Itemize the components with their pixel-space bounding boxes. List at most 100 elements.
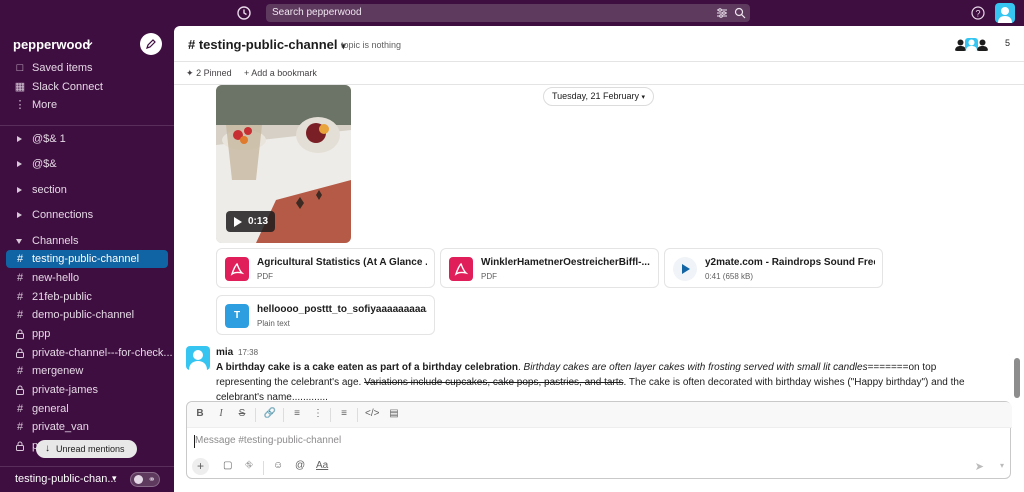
- user-avatar[interactable]: [995, 3, 1015, 23]
- bookmark-icon: □: [16, 62, 24, 74]
- emoji-icon[interactable]: ☺: [273, 460, 283, 471]
- section-connections[interactable]: Connections: [0, 206, 174, 224]
- sidebar-item-testing-public-channel[interactable]: # testing-public-channel: [6, 250, 168, 268]
- message-input[interactable]: Message #testing-public-channel: [193, 435, 341, 448]
- audio-attachment[interactable]: y2mate.com - Raindrops Sound Free... 0:4…: [664, 248, 883, 288]
- code-block-icon[interactable]: ▤: [387, 408, 401, 419]
- chevron-down-icon[interactable]: [85, 40, 93, 48]
- section-label: Connections: [32, 209, 94, 221]
- huddle-toggle[interactable]: ⚭: [130, 472, 160, 487]
- scrollbar[interactable]: [1014, 358, 1020, 398]
- lock-icon: [16, 441, 24, 451]
- bold-icon[interactable]: B: [193, 408, 207, 419]
- avatar[interactable]: [186, 346, 210, 370]
- sidebar-item-private-james[interactable]: private-james: [0, 381, 174, 399]
- section-channels[interactable]: Channels: [0, 232, 174, 250]
- sidebar-item-saved[interactable]: □ Saved items: [0, 59, 174, 77]
- video-attachment[interactable]: 0:13: [216, 85, 351, 243]
- ordered-list-icon[interactable]: ≡: [290, 408, 304, 419]
- code-icon[interactable]: </>: [365, 408, 379, 419]
- sidebar-item-new-hello[interactable]: # new-hello: [0, 269, 174, 287]
- pinned-button[interactable]: ✦ 2 Pinned: [186, 68, 232, 79]
- blockquote-icon[interactable]: ≡: [337, 408, 351, 419]
- chevron-down-icon[interactable]: ▾: [1000, 461, 1004, 470]
- strikethrough-text: Variations include cupcakes, cake pops, …: [364, 377, 624, 388]
- microphone-icon[interactable]: ⛗: [245, 460, 253, 471]
- mention-icon[interactable]: @: [295, 460, 305, 471]
- hash-icon: #: [16, 421, 24, 433]
- video-play-button[interactable]: 0:13: [226, 211, 275, 232]
- video-duration: 0:13: [248, 216, 269, 227]
- filter-icon[interactable]: [716, 7, 728, 19]
- channel-topic[interactable]: topic is nothing: [341, 40, 401, 50]
- chevron-down-icon[interactable]: ▾: [112, 473, 117, 484]
- file-name: WinklerHametnerOestreicherBiffl-...: [481, 257, 650, 268]
- video-icon[interactable]: ▢: [223, 460, 232, 471]
- search-icon[interactable]: [734, 7, 746, 19]
- sidebar: pepperwood □ Saved items ▦ Slack Connect…: [0, 26, 174, 492]
- channel-title[interactable]: # testing-public-channel ▾: [188, 37, 346, 52]
- sidebar-item-more[interactable]: ⋮ More: [0, 96, 174, 114]
- bold-text: A birthday cake is a cake eaten as part …: [216, 362, 518, 373]
- section-at-1[interactable]: @$& 1: [0, 130, 174, 148]
- file-type: PDF: [481, 272, 497, 281]
- channel-label: general: [32, 403, 69, 415]
- send-icon[interactable]: ➤: [975, 460, 984, 473]
- section-at[interactable]: @$&: [0, 155, 174, 173]
- unread-mentions-label: Unread mentions: [56, 444, 125, 454]
- history-icon[interactable]: [236, 5, 252, 21]
- caret-down-icon: [16, 239, 22, 244]
- chevron-down-icon: ▾: [641, 94, 646, 101]
- play-icon[interactable]: [673, 257, 697, 281]
- file-attachment[interactable]: WinklerHametnerOestreicherBiffl-... PDF: [440, 248, 659, 288]
- date-label: Tuesday, 21 February: [551, 91, 639, 101]
- sidebar-item-label: More: [32, 99, 58, 111]
- sidebar-item-label: Saved items: [32, 62, 93, 74]
- unread-mentions-button[interactable]: ↓ Unread mentions: [36, 440, 137, 458]
- date-divider[interactable]: Tuesday, 21 February ▾: [543, 87, 654, 106]
- link-icon[interactable]: 🔗: [263, 408, 277, 419]
- channel-title-text: # testing-public-channel: [188, 37, 338, 52]
- sidebar-item-mergenew[interactable]: # mergenew: [0, 362, 174, 380]
- sidebar-item-general[interactable]: # general: [0, 400, 174, 418]
- file-attachment[interactable]: T helloooo_posttt_to_sofiyaaaaaaaaa... P…: [216, 295, 435, 335]
- add-bookmark-button[interactable]: + Add a bookmark: [244, 68, 317, 78]
- sidebar-item-demo-public-channel[interactable]: # demo-public-channel: [0, 306, 174, 324]
- strikethrough-icon[interactable]: S: [235, 408, 249, 419]
- sidebar-item-private-channel-for-check[interactable]: private-channel---for-check...: [0, 344, 174, 362]
- channel-label: 21feb-public: [32, 291, 92, 303]
- toggle-knob: [134, 475, 143, 484]
- pinned-label: 2 Pinned: [196, 68, 232, 78]
- search-input[interactable]: Search pepperwood: [266, 4, 750, 22]
- compose-button[interactable]: [140, 33, 162, 55]
- message-composer: B I S 🔗 ≡ ⋮ ≡ </> ▤ Message #testing-pub…: [186, 401, 1012, 479]
- italic-icon[interactable]: I: [214, 408, 228, 419]
- channel-label: private-james: [32, 384, 99, 396]
- hash-icon: #: [16, 253, 24, 265]
- help-icon[interactable]: ?: [971, 6, 985, 20]
- formatting-toggle[interactable]: Aa: [316, 460, 328, 471]
- sidebar-item-private-van[interactable]: # private_van: [0, 418, 174, 436]
- search-placeholder: Search pepperwood: [272, 7, 362, 18]
- divider: [283, 408, 284, 422]
- sidebar-item-ppp[interactable]: ppp: [0, 325, 174, 343]
- file-name: Agricultural Statistics (At A Glance ...: [257, 257, 427, 268]
- attach-button[interactable]: +: [192, 458, 209, 475]
- file-attachment[interactable]: Agricultural Statistics (At A Glance ...…: [216, 248, 435, 288]
- huddle-channel[interactable]: testing-public-chan...: [15, 473, 117, 485]
- caret-right-icon: [17, 187, 22, 193]
- message-time[interactable]: 17:38: [238, 348, 258, 357]
- workspace-name[interactable]: pepperwood: [13, 37, 90, 52]
- divider: [357, 408, 358, 422]
- bulleted-list-icon[interactable]: ⋮: [311, 408, 325, 419]
- channel-label: ppp: [32, 328, 51, 340]
- message-author[interactable]: mia: [216, 347, 233, 358]
- member-avatar: [977, 39, 988, 51]
- sidebar-item-21feb-public[interactable]: # 21feb-public: [0, 288, 174, 306]
- members-button[interactable]: 5: [954, 38, 1010, 52]
- section-section[interactable]: section: [0, 181, 174, 199]
- channel-label: demo-public-channel: [32, 309, 135, 321]
- section-label: Channels: [32, 235, 79, 247]
- hash-icon: #: [16, 272, 24, 284]
- sidebar-item-slack-connect[interactable]: ▦ Slack Connect: [0, 78, 174, 96]
